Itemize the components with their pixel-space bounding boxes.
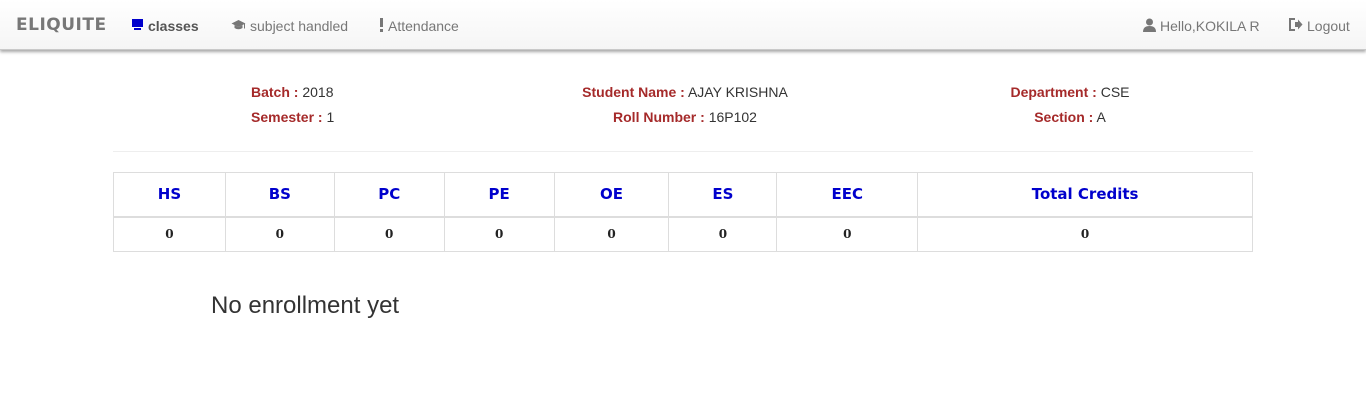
nav-item-attendance[interactable]: Attendance [379,17,459,35]
credits-table: HS BS PC PE OE ES EEC Total Credits 0 0 … [113,172,1253,252]
info-column-department: Department : CSE Section : A [1000,80,1140,130]
cell-bs: 0 [224,216,335,252]
info-column-student: Student Name : AJAY KRISHNA Roll Number … [560,80,810,130]
column-header-bs: BS [224,172,335,218]
monitor-icon [131,18,144,34]
roll-number-value: 16P102 [708,109,757,125]
cell-eec: 0 [776,216,919,252]
student-name-label: Student Name : [582,84,685,100]
roll-number-label: Roll Number : [613,109,705,125]
column-header-oe: OE [553,172,670,218]
column-header-pe: PE [443,172,555,218]
brand-logo[interactable]: ELIQUITE [16,15,107,35]
nav-item-subject-handled[interactable]: subject handled [231,17,348,35]
section-value: A [1096,109,1106,125]
cell-hs: 0 [113,216,226,252]
batch-row: Batch : 2018 [251,80,334,105]
user-greeting: Hello,KOKILA R [1160,18,1260,34]
graduation-cap-icon [231,18,246,34]
logout-link[interactable]: Logout [1289,17,1350,35]
column-header-total-credits: Total Credits [917,172,1253,218]
cell-total-credits: 0 [917,216,1253,252]
student-name-value: AJAY KRISHNA [687,84,788,100]
semester-label: Semester : [251,109,323,125]
top-navbar: ELIQUITE classes subject handled Attenda… [0,0,1366,50]
student-name-row: Student Name : AJAY KRISHNA [560,80,810,105]
column-header-es: ES [668,172,778,218]
department-value: CSE [1100,84,1130,100]
cell-pc: 0 [333,216,445,252]
user-menu[interactable]: Hello,KOKILA R [1143,17,1260,35]
cell-oe: 0 [553,216,670,252]
logout-icon [1289,18,1303,34]
section-label: Section : [1034,109,1094,125]
semester-value: 1 [326,109,335,125]
column-header-pc: PC [333,172,445,218]
logout-label: Logout [1307,18,1350,34]
section-divider [113,151,1253,152]
nav-item-label: Attendance [388,18,459,34]
nav-item-classes[interactable]: classes [131,17,199,35]
cell-es: 0 [668,216,778,252]
section-row: Section : A [1000,105,1140,130]
nav-item-label: classes [148,18,199,34]
cell-pe: 0 [443,216,555,252]
batch-value: 2018 [302,84,334,100]
credits-header-row: HS BS PC PE OE ES EEC Total Credits [113,172,1253,218]
exclamation-icon [379,17,384,35]
user-icon [1143,18,1156,35]
column-header-eec: EEC [776,172,919,218]
department-label: Department : [1010,84,1097,100]
no-enrollment-message: No enrollment yet [211,292,400,319]
roll-number-row: Roll Number : 16P102 [560,105,810,130]
info-column-batch: Batch : 2018 Semester : 1 [251,80,334,130]
department-row: Department : CSE [1000,80,1140,105]
column-header-hs: HS [113,172,226,218]
batch-label: Batch : [251,84,299,100]
nav-item-label: subject handled [250,18,349,34]
semester-row: Semester : 1 [251,105,334,130]
table-row: 0 0 0 0 0 0 0 0 [113,216,1253,252]
